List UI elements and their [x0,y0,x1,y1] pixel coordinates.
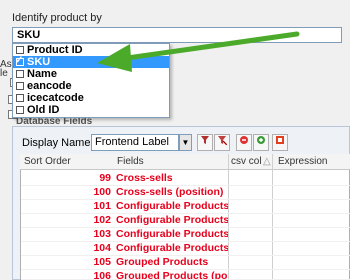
table-row[interactable]: 105 Grouped Products [21,255,350,270]
side-label: As le [0,59,12,79]
filter-icon[interactable] [197,134,213,151]
table-row[interactable]: 104 Configurable Products (att [21,241,350,256]
sort-indicator-icon: △ [263,156,271,167]
dropdown-item-old-id[interactable]: Old ID [13,104,169,116]
column-header-csv-col[interactable]: csv col [231,156,262,167]
checkbox[interactable] [16,82,24,90]
table-row[interactable]: 103 Configurable Products (att [21,227,350,242]
checkmark-icon: ✓ [15,55,24,66]
chevron-down-icon[interactable]: ▼ [179,134,192,151]
checkbox[interactable] [16,94,24,102]
dropdown-item-eancode[interactable]: eancode [13,80,169,92]
filter-remove-icon[interactable] [214,134,230,151]
dropdown-item-icecatcode[interactable]: icecatcode [13,92,169,104]
add-icon[interactable] [253,134,269,151]
table-row[interactable]: 99 Cross-sells [21,171,350,186]
checkbox[interactable] [16,106,24,114]
table-row[interactable]: 100 Cross-sells (position) [21,185,350,200]
export-icon[interactable] [272,134,288,151]
table-row[interactable]: 102 Configurable Products (att [21,213,350,228]
checkbox[interactable] [16,70,24,78]
column-header-sort-order[interactable]: Sort Order [24,156,71,167]
green-arrow-icon [97,31,300,72]
delete-icon[interactable] [236,134,252,151]
identify-product-label: Identify product by [12,12,102,24]
table-row[interactable]: 101 Configurable Products [21,199,350,214]
table-row[interactable]: 106 Grouped Products (position [21,269,350,280]
checkbox[interactable] [16,46,24,54]
display-name-select[interactable]: Frontend Label [91,134,179,151]
column-header-expression[interactable]: Expression [278,156,327,167]
grid-header: Sort Order Fields csv col △ Expression [20,154,350,170]
column-header-fields[interactable]: Fields [117,156,144,167]
